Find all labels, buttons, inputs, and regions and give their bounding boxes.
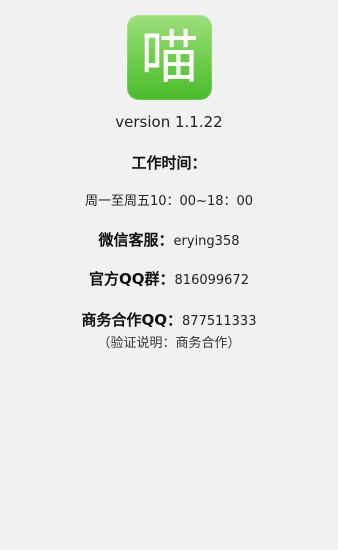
- business-verify-note: （验证说明：商务合作）: [97, 336, 241, 351]
- business-qq-row: 商务合作QQ：877511333: [0, 309, 338, 330]
- qq-group-label: 官方QQ群：: [89, 270, 175, 288]
- app-logo-icon: 喵: [127, 15, 212, 100]
- work-hours-value: 周一至周五10：00~18：00: [84, 194, 254, 209]
- work-hours-label: 工作时间：: [131, 154, 207, 172]
- qq-group-row: 官方QQ群：816099672: [0, 268, 338, 289]
- app-logo-glyph: 喵: [140, 22, 199, 91]
- wechat-service-row: 微信客服：erying358: [0, 229, 338, 250]
- qq-group-number[interactable]: 816099672: [175, 273, 249, 288]
- work-hours-title: 工作时间：: [0, 152, 338, 173]
- wechat-service-label: 微信客服：: [98, 231, 174, 249]
- version-text: version 1.1.22: [115, 113, 223, 131]
- business-qq-label: 商务合作QQ：: [81, 311, 183, 329]
- wechat-service-id[interactable]: erying358: [174, 234, 240, 249]
- business-qq-number[interactable]: 877511333: [182, 314, 256, 329]
